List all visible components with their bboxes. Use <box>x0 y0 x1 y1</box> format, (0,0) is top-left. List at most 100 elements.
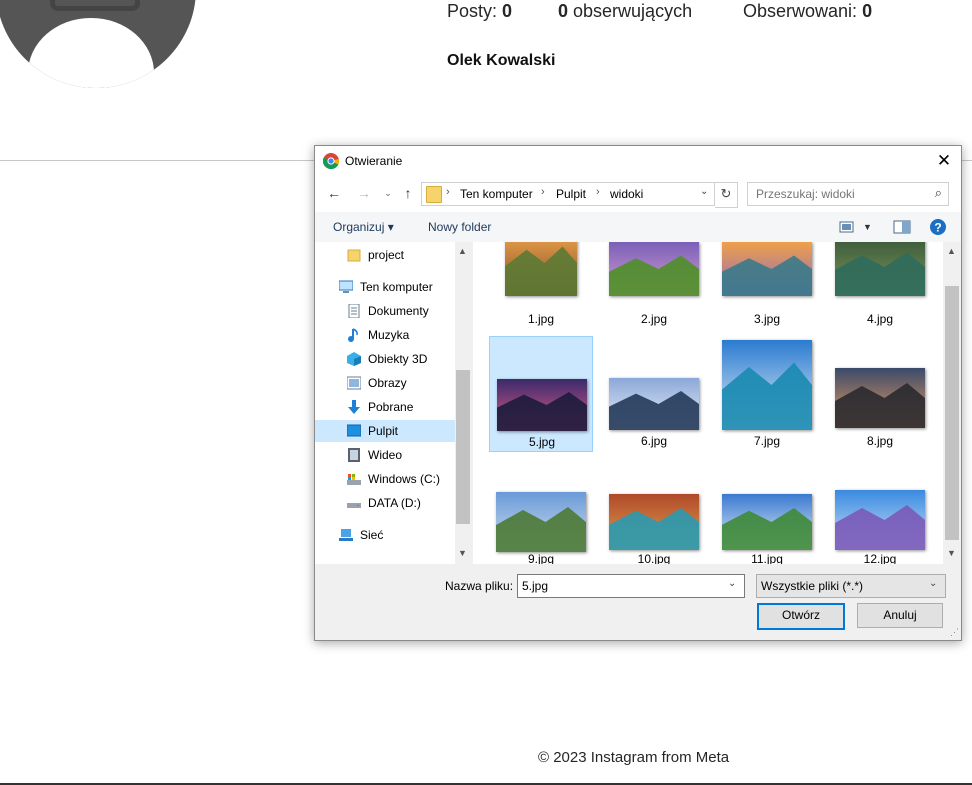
sidebar-item-pobrane[interactable]: Pobrane <box>315 396 455 418</box>
view-options-chevron-icon[interactable]: ▼ <box>863 222 872 232</box>
file-item[interactable]: 8.jpg <box>828 336 932 452</box>
file-item[interactable]: 4.jpg <box>828 242 932 346</box>
file-name: 3.jpg <box>753 312 781 326</box>
network-icon <box>339 529 353 541</box>
navigation-pane: project Ten komputer Dokumenty Muzyka Obiekt… <box>315 242 469 564</box>
file-name: 4.jpg <box>866 312 894 326</box>
scroll-up-icon[interactable]: ▲ <box>458 246 467 256</box>
forward-arrow-icon[interactable]: → <box>355 184 373 202</box>
profile-name: Olek Kowalski <box>447 52 556 69</box>
new-folder-button[interactable]: Nowy folder <box>428 220 491 234</box>
address-bar[interactable]: › Ten komputer › Pulpit › widoki ⌄ <box>421 182 715 206</box>
sidebar-item-muzyka[interactable]: Muzyka <box>315 324 455 346</box>
dialog-title: Otwieranie <box>345 154 403 168</box>
profile-avatar[interactable] <box>0 0 196 88</box>
folder-icon <box>347 249 361 262</box>
footer-copyright: © 2023 Instagram from Meta <box>538 749 730 766</box>
file-item[interactable]: 10.jpg <box>602 452 706 564</box>
sidebar-item-dokumenty[interactable]: Dokumenty <box>315 300 455 322</box>
dialog-titlebar[interactable]: Otwieranie ✕ <box>315 146 961 176</box>
sidebar-item-obrazy[interactable]: Obrazy <box>315 372 455 394</box>
open-button[interactable]: Otwórz <box>757 603 845 630</box>
documents-icon <box>348 304 360 318</box>
image-thumbnail <box>722 242 812 296</box>
up-arrow-icon[interactable]: ↑ <box>399 184 417 202</box>
avatar-silhouette <box>28 18 154 88</box>
resize-grip-icon[interactable]: ⋰ <box>950 627 959 638</box>
search-input[interactable] <box>754 186 928 202</box>
chevron-down-icon[interactable]: ⌄ <box>728 578 736 589</box>
sidebar-item-data-d[interactable]: DATA (D:) <box>315 492 455 514</box>
help-icon[interactable]: ? <box>929 218 947 236</box>
file-item[interactable]: 9.jpg <box>489 452 593 564</box>
sidebar-item-label: Windows (C:) <box>368 472 441 486</box>
pictures-icon <box>347 376 361 390</box>
cancel-button[interactable]: Anuluj <box>857 603 943 628</box>
back-arrow-icon[interactable]: ← <box>325 184 343 202</box>
filename-value[interactable]: 5.jpg <box>522 579 548 593</box>
organize-menu-button[interactable]: Organizuj ▾ <box>333 220 394 234</box>
file-list: 1.jpg 2.jpg 3.jpg 4.jpg 5.jpg 6.jpg 7.jpg 8.jpg… <box>473 242 943 564</box>
scroll-down-icon[interactable]: ▼ <box>947 548 956 558</box>
folder-icon <box>426 186 442 203</box>
image-thumbnail <box>722 340 812 430</box>
file-item[interactable]: 2.jpg <box>602 242 706 346</box>
file-item[interactable]: 5.jpg <box>489 336 593 452</box>
sidebar-item-project[interactable]: project <box>315 244 455 266</box>
image-thumbnail <box>835 490 925 550</box>
sidebar-item-label: DATA (D:) <box>368 496 421 510</box>
file-list-scrollbar[interactable]: ▲ ▼ <box>943 242 960 564</box>
breadcrumb-item[interactable]: widoki <box>610 187 643 201</box>
recent-locations-chevron-icon[interactable]: ⌄ <box>379 184 397 202</box>
sidebar-item-wideo[interactable]: Wideo <box>315 444 455 466</box>
file-name: 2.jpg <box>640 312 668 326</box>
scroll-up-icon[interactable]: ▲ <box>947 246 956 256</box>
scrollbar-thumb[interactable] <box>456 370 470 524</box>
preview-pane-icon[interactable] <box>893 220 911 234</box>
profile-stat[interactable]: 0 obserwujących <box>558 1 692 22</box>
filename-input[interactable]: 5.jpg ⌄ <box>517 574 745 598</box>
profile-stat-label: Posty: <box>447 1 503 21</box>
file-item[interactable]: 11.jpg <box>715 452 819 564</box>
image-thumbnail <box>835 242 925 296</box>
search-icon[interactable]: ⌕ <box>935 185 942 201</box>
file-name: 7.jpg <box>753 434 781 448</box>
sidebar-item-label: Pulpit <box>368 424 399 438</box>
file-item[interactable]: 6.jpg <box>602 336 706 452</box>
breadcrumb-separator-icon: › <box>596 186 600 198</box>
image-thumbnail <box>505 242 577 296</box>
image-thumbnail <box>496 492 586 552</box>
change-view-icon[interactable] <box>839 220 855 234</box>
chevron-down-icon[interactable]: ⌄ <box>929 578 937 589</box>
file-name: 8.jpg <box>866 434 894 448</box>
breadcrumb-item[interactable]: Pulpit <box>556 187 586 201</box>
profile-stat-label: Obserwowani: <box>743 1 863 21</box>
scroll-down-icon[interactable]: ▼ <box>458 548 467 558</box>
refresh-icon[interactable]: ↻ <box>715 182 738 208</box>
sidebar-item-ten-komputer[interactable]: Ten komputer <box>315 276 455 298</box>
file-item[interactable]: 7.jpg <box>715 336 819 452</box>
sidebar-item-pulpit[interactable]: Pulpit <box>315 420 455 442</box>
file-item[interactable]: 1.jpg <box>489 242 593 346</box>
file-type-value[interactable]: Wszystkie pliki (*.*) <box>761 579 863 593</box>
breadcrumb-separator-icon: › <box>541 186 545 198</box>
profile-stat-value: 0 <box>862 1 873 21</box>
chrome-icon <box>323 153 339 169</box>
chevron-down-icon[interactable]: ⌄ <box>700 186 708 197</box>
breadcrumb-item[interactable]: Ten komputer <box>460 187 533 201</box>
file-item[interactable]: 12.jpg <box>828 452 932 564</box>
sidebar-item-sieć[interactable]: Sieć <box>315 524 455 546</box>
sidebar-item-windows-c[interactable]: Windows (C:) <box>315 468 455 490</box>
profile-stat[interactable]: Obserwowani: 0 <box>743 1 872 22</box>
image-thumbnail <box>497 379 587 431</box>
scrollbar-thumb[interactable] <box>945 286 959 540</box>
svg-text:?: ? <box>934 221 941 235</box>
sidebar-item-obiekty-3d[interactable]: Obiekty 3D <box>315 348 455 370</box>
navigation-pane-scrollbar[interactable]: ▲ ▼ <box>455 242 471 564</box>
image-thumbnail <box>835 368 925 428</box>
close-icon[interactable]: ✕ <box>933 150 955 172</box>
file-item[interactable]: 3.jpg <box>715 242 819 346</box>
file-type-select[interactable]: Wszystkie pliki (*.*) ⌄ <box>756 574 946 598</box>
search-box[interactable]: ⌕ <box>747 182 949 206</box>
computer-icon <box>339 280 353 293</box>
